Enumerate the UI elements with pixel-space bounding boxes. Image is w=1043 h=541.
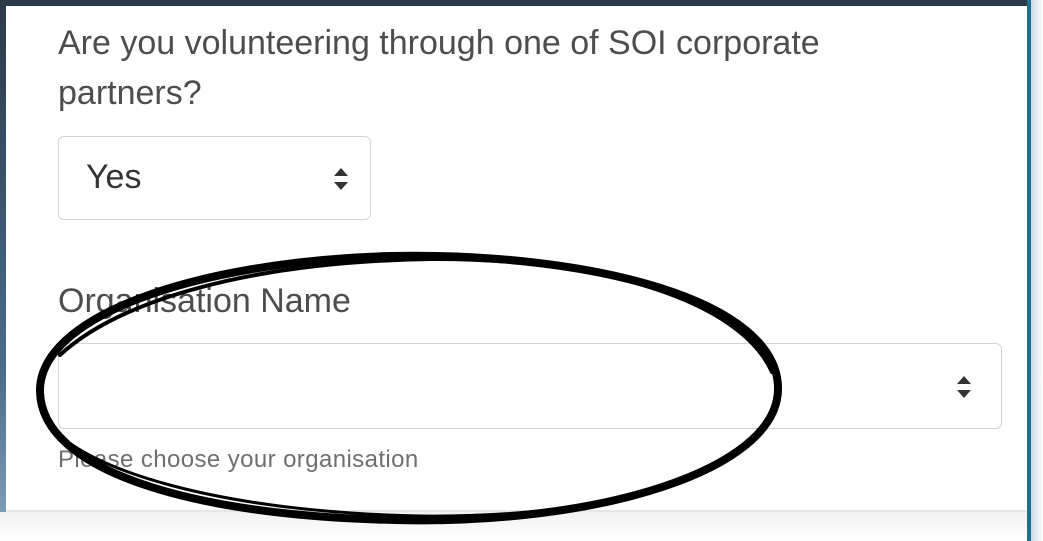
organisation-help-text: Please choose your organisation	[58, 446, 419, 473]
organisation-name-label: Organisation Name	[58, 282, 351, 320]
window-right-shadow	[1031, 0, 1043, 541]
sort-arrows-icon	[957, 376, 971, 398]
window-bottom-shadow	[0, 512, 1027, 541]
window-left-edge	[0, 0, 6, 541]
corporate-partner-question: Are you volunteering through one of SOI …	[58, 24, 820, 112]
corporate-partner-select[interactable]: Yes	[58, 136, 371, 220]
corporate-partner-selected-value: Yes	[86, 158, 142, 196]
screenshot-frame: Are you volunteering through one of SOI …	[0, 0, 1043, 541]
sort-arrows-icon	[334, 168, 348, 190]
organisation-name-select[interactable]	[58, 343, 1002, 429]
window-top-edge	[0, 0, 1043, 6]
